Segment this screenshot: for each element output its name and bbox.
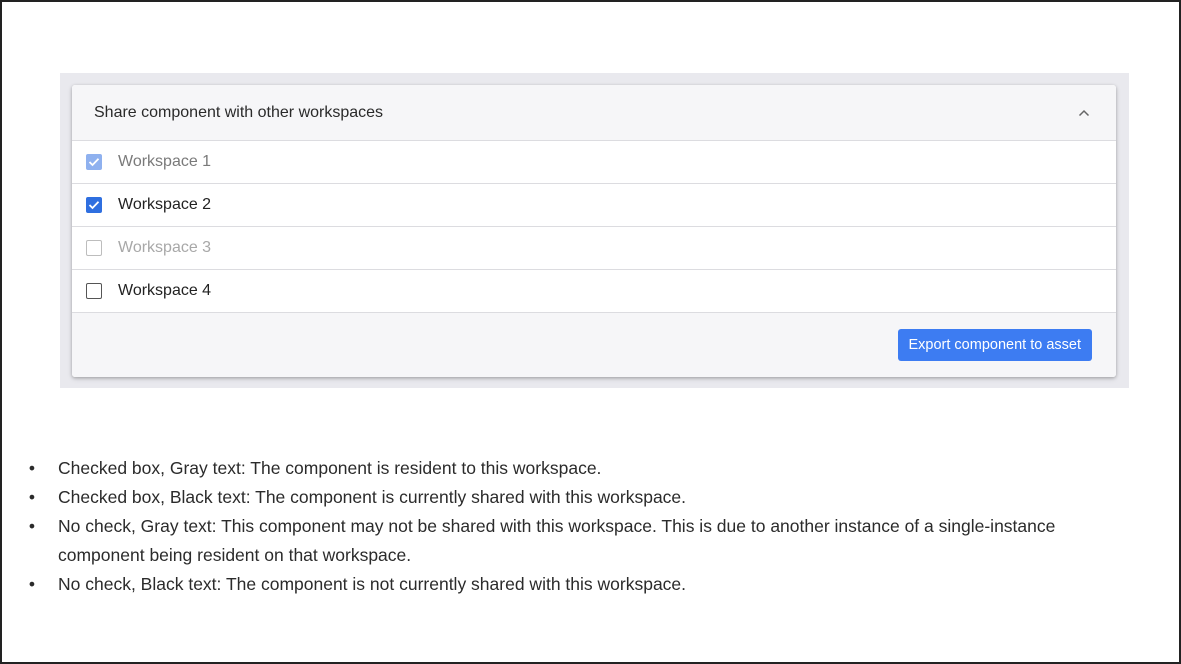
- workspace-3-label: Workspace 3: [118, 239, 212, 256]
- note-item: • No check, Gray text: This component may…: [24, 512, 1144, 570]
- export-component-button[interactable]: Export component to asset: [897, 329, 1092, 361]
- panel-footer: Export component to asset: [72, 313, 1116, 377]
- note-text: Checked box, Black text: The component i…: [58, 487, 687, 507]
- bullet: •: [28, 487, 36, 507]
- note-text: Checked box, Gray text: The component is…: [58, 458, 602, 478]
- workspace-2-label: Workspace 2: [118, 196, 212, 213]
- note-item: • Checked box, Black text: The component …: [24, 483, 1144, 512]
- workspace-2-checkbox[interactable]: [86, 197, 102, 213]
- panel-header[interactable]: Share component with other workspaces: [72, 85, 1116, 141]
- workspace-1-checkbox: [86, 154, 102, 170]
- checkmark-icon: [88, 201, 100, 210]
- workspace-row-4[interactable]: Workspace 4: [72, 270, 1116, 313]
- workspace-row-3: Workspace 3: [72, 227, 1116, 270]
- checkmark-icon: [88, 158, 100, 167]
- bullet: •: [28, 574, 36, 594]
- bullet: •: [28, 458, 36, 478]
- workspace-4-label: Workspace 4: [118, 282, 212, 299]
- note-item: • No check, Black text: The component is …: [24, 570, 1144, 599]
- document-frame: Share component with other workspaces Wo…: [0, 0, 1181, 664]
- note-item: • Checked box, Gray text: The component i…: [24, 454, 1144, 483]
- workspace-row-1: Workspace 1: [72, 141, 1116, 184]
- share-component-panel: Share component with other workspaces Wo…: [72, 85, 1116, 377]
- workspace-row-2[interactable]: Workspace 2: [72, 184, 1116, 227]
- workspace-3-checkbox: [86, 240, 102, 256]
- note-text: No check, Gray text: This component may …: [58, 516, 1056, 565]
- workspace-4-checkbox[interactable]: [86, 283, 102, 299]
- panel-title: Share component with other workspaces: [94, 103, 384, 121]
- bullet: •: [28, 516, 36, 536]
- legend-notes: • Checked box, Gray text: The component i…: [24, 454, 1144, 599]
- workspace-1-label: Workspace 1: [118, 153, 212, 170]
- note-text: No check, Black text: The component is n…: [58, 574, 687, 594]
- chevron-up-icon[interactable]: [1076, 105, 1092, 121]
